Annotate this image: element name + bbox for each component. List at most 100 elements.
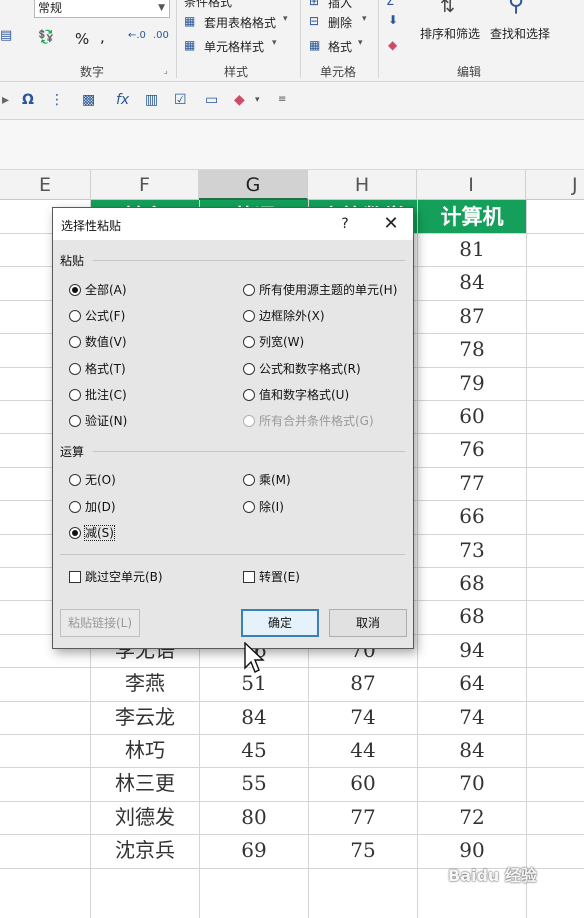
column-header-e[interactable]: E (0, 170, 91, 200)
cell-name[interactable]: 沈京兵 (91, 834, 199, 867)
find-select-button[interactable]: 查找和选择 (490, 25, 550, 42)
format-button[interactable]: 格式 (328, 38, 352, 55)
cell-name[interactable]: 李燕 (91, 667, 199, 700)
paste-column-widths-radio[interactable]: 列宽(W) (243, 333, 304, 351)
dialog-title-bar[interactable]: 选择性粘贴 ? ✕ (53, 208, 413, 240)
columns-icon[interactable]: ▥ (145, 92, 158, 108)
percent-style-button[interactable]: % (75, 30, 89, 48)
number-format-dropdown[interactable]: 常规 ▼ (34, 0, 170, 18)
operation-subtract-radio[interactable]: 减(S) (69, 524, 115, 542)
cell-name[interactable]: 林巧 (91, 734, 199, 767)
cell-math[interactable]: 74 (309, 701, 417, 734)
close-icon[interactable]: ✕ (379, 213, 403, 235)
paste-all-radio[interactable]: 全部(A) (69, 281, 127, 299)
paste-values-radio[interactable]: 数值(V) (69, 333, 127, 351)
cell-computer[interactable]: 68 (418, 567, 526, 600)
decrease-decimal-icon[interactable]: .00 (153, 30, 169, 41)
cell-english[interactable]: 55 (200, 767, 308, 800)
transpose-checkbox[interactable]: 转置(E) (243, 568, 300, 586)
cell-math[interactable]: 44 (309, 734, 417, 767)
cell-computer[interactable]: 73 (418, 534, 526, 567)
cell-computer[interactable]: 76 (418, 433, 526, 466)
cell-english[interactable]: 45 (200, 734, 308, 767)
help-icon[interactable]: ? (335, 214, 355, 234)
shape-icon[interactable]: ▩ (82, 92, 95, 108)
paste-values-numbers-radio[interactable]: 值和数字格式(U) (243, 386, 349, 404)
column-header-h[interactable]: H (308, 170, 417, 200)
cell-computer[interactable]: 74 (418, 701, 526, 734)
column-header-g[interactable]: G (199, 170, 308, 200)
cell-english[interactable]: 84 (200, 701, 308, 734)
delete-button[interactable]: 删除 (328, 14, 352, 31)
cell-computer[interactable]: 64 (418, 667, 526, 700)
align-icon[interactable]: ▤ (0, 28, 12, 43)
cell-name[interactable]: 林三更 (91, 767, 199, 800)
conditional-format-button[interactable]: 条件格式 (184, 0, 232, 10)
cell-computer[interactable]: 66 (418, 500, 526, 533)
option-label: 数值(V) (85, 335, 127, 349)
column-header-i[interactable]: I (417, 170, 526, 200)
paste-no-borders-radio[interactable]: 边框除外(X) (243, 307, 325, 325)
symbol-omega-icon[interactable]: Ω (22, 92, 34, 108)
format-as-table-button[interactable]: 套用表格格式 (204, 14, 276, 31)
cell-math[interactable]: 75 (309, 834, 417, 867)
fill-down-icon[interactable]: ⬇ (388, 13, 398, 27)
option-label: 转置(E) (259, 570, 300, 584)
cell-name[interactable]: 李云龙 (91, 701, 199, 734)
insert-button[interactable]: 插入 (328, 0, 352, 11)
comment-icon[interactable]: ▭ (205, 92, 218, 108)
operation-divide-radio[interactable]: 除(I) (243, 498, 284, 516)
cell-styles-button[interactable]: 单元格样式 (204, 38, 264, 55)
cell-computer[interactable]: 94 (418, 634, 526, 667)
cancel-button[interactable]: 取消 (329, 609, 407, 637)
paste-comments-radio[interactable]: 批注(C) (69, 386, 127, 404)
autosum-icon[interactable]: Σ (386, 0, 394, 9)
sort-filter-button[interactable]: 排序和筛选 (420, 25, 480, 42)
cell-math[interactable]: 87 (309, 667, 417, 700)
sort-filter-icon: ⇅ (440, 0, 456, 17)
cell-computer[interactable]: 87 (418, 300, 526, 333)
increase-decimal-icon[interactable]: ←.0 (128, 30, 146, 41)
clear-eraser-icon[interactable]: ◆ (388, 38, 397, 52)
chevron-down-icon: ▾ (283, 14, 288, 24)
format-cells-icon: ▦ (309, 38, 321, 52)
skip-blanks-checkbox[interactable]: 跳过空单元(B) (69, 568, 163, 586)
paste-formulas-radio[interactable]: 公式(F) (69, 307, 125, 325)
cell-computer[interactable]: 68 (418, 600, 526, 633)
operation-add-radio[interactable]: 加(D) (69, 498, 116, 516)
cell-computer[interactable]: 84 (418, 266, 526, 299)
dialog-launcher-icon[interactable]: ⌟ (164, 66, 168, 75)
chevron-down-icon[interactable]: ▾ (255, 95, 260, 105)
cell-computer[interactable]: 81 (418, 233, 526, 266)
cell-math[interactable]: 60 (309, 767, 417, 800)
eraser-icon[interactable]: ◆ (234, 92, 245, 108)
cell-english[interactable]: 80 (200, 801, 308, 834)
comma-style-button[interactable]: , (100, 28, 105, 46)
paste-validation-radio[interactable]: 验证(N) (69, 412, 127, 430)
paste-formulas-numbers-radio[interactable]: 公式和数字格式(R) (243, 360, 361, 378)
header-cell-computer[interactable]: 计算机 (418, 200, 526, 233)
connector-icon[interactable]: ⋮ (50, 92, 64, 108)
column-header-j[interactable]: J (526, 170, 584, 200)
operation-multiply-radio[interactable]: 乘(M) (243, 471, 291, 489)
cell-computer[interactable]: 60 (418, 400, 526, 433)
column-header-f[interactable]: F (91, 170, 199, 200)
cell-computer[interactable]: 78 (418, 333, 526, 366)
cell-computer[interactable]: 72 (418, 801, 526, 834)
operation-none-radio[interactable]: 无(O) (69, 471, 116, 489)
check-form-icon[interactable]: ☑ (174, 92, 187, 108)
ok-button[interactable]: 确定 (241, 609, 319, 637)
cell-name[interactable]: 刘德发 (91, 801, 199, 834)
cell-math[interactable]: 77 (309, 801, 417, 834)
cell-computer[interactable]: 84 (418, 734, 526, 767)
function-fx-icon[interactable]: fx (116, 92, 129, 108)
cell-computer[interactable]: 70 (418, 767, 526, 800)
paste-source-theme-radio[interactable]: 所有使用源主题的单元(H) (243, 281, 397, 299)
cell-computer[interactable]: 79 (418, 367, 526, 400)
paste-formats-radio[interactable]: 格式(T) (69, 360, 126, 378)
currency-format-icon[interactable]: 💱 (38, 30, 54, 45)
cell-computer[interactable]: 77 (418, 467, 526, 500)
customize-toolbar-icon[interactable]: ≡ (278, 94, 286, 105)
cell-english[interactable]: 69 (200, 834, 308, 867)
more-dots-icon[interactable]: ▸ (2, 92, 9, 108)
